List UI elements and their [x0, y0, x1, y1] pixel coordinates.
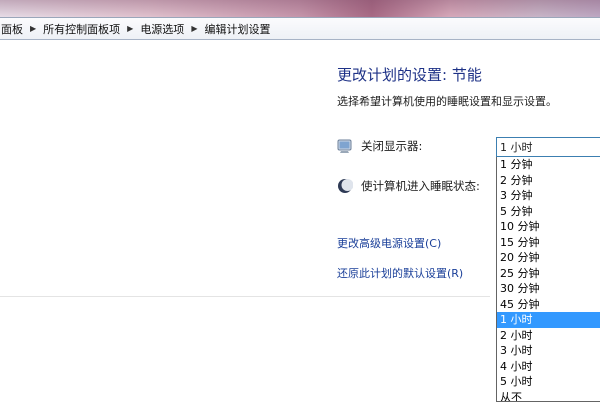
breadcrumb-arrow-icon[interactable]: ▶ [187, 24, 201, 33]
breadcrumb-item-edit-plan[interactable]: 编辑计划设置 [201, 21, 273, 37]
display-timeout-value: 1 小时 [500, 139, 533, 155]
window-chrome: 面板 ▶ 所有控制面板项 ▶ 电源选项 ▶ 编辑计划设置 [0, 0, 600, 38]
dropdown-option[interactable]: 2 小时 [497, 328, 600, 344]
display-timeout-dropdown[interactable]: 1 分钟2 分钟3 分钟5 分钟10 分钟15 分钟20 分钟25 分钟30 分… [496, 157, 600, 402]
breadcrumb-item-control-panel[interactable]: 面板 [0, 21, 26, 37]
dropdown-option[interactable]: 20 分钟 [497, 250, 600, 266]
monitor-icon [337, 138, 353, 154]
sleep-label: 使计算机进入睡眠状态: [361, 178, 480, 194]
page-subtitle: 选择希望计算机使用的睡眠设置和显示设置。 [337, 93, 557, 109]
address-bar[interactable]: 面板 ▶ 所有控制面板项 ▶ 电源选项 ▶ 编辑计划设置 [0, 17, 600, 40]
dropdown-option[interactable]: 30 分钟 [497, 281, 600, 297]
dropdown-option[interactable]: 1 小时 [497, 312, 600, 328]
dropdown-option[interactable]: 2 分钟 [497, 173, 600, 189]
dropdown-option[interactable]: 3 分钟 [497, 188, 600, 204]
breadcrumb-item-power-options[interactable]: 电源选项 [137, 21, 187, 37]
dropdown-option[interactable]: 10 分钟 [497, 219, 600, 235]
page-title: 更改计划的设置: 节能 [337, 64, 482, 85]
dropdown-option[interactable]: 25 分钟 [497, 266, 600, 282]
display-timeout-select[interactable]: 1 小时 [496, 137, 600, 157]
advanced-power-settings-link[interactable]: 更改高级电源设置(C) [337, 235, 441, 251]
sleep-row: 使计算机进入睡眠状态: [337, 178, 480, 194]
breadcrumb-arrow-icon[interactable]: ▶ [26, 24, 40, 33]
dropdown-option[interactable]: 15 分钟 [497, 235, 600, 251]
restore-defaults-link[interactable]: 还原此计划的默认设置(R) [337, 265, 463, 281]
display-label: 关闭显示器: [361, 138, 422, 154]
title-bar [0, 0, 600, 18]
turn-off-display-row: 关闭显示器: [337, 138, 422, 154]
left-divider [0, 296, 490, 297]
breadcrumb-item-all-items[interactable]: 所有控制面板项 [40, 21, 123, 37]
moon-icon [337, 178, 353, 194]
dropdown-option[interactable]: 4 小时 [497, 359, 600, 375]
dropdown-option[interactable]: 5 分钟 [497, 204, 600, 220]
dropdown-option[interactable]: 1 分钟 [497, 157, 600, 173]
breadcrumb-arrow-icon[interactable]: ▶ [123, 24, 137, 33]
dropdown-option[interactable]: 45 分钟 [497, 297, 600, 313]
dropdown-option[interactable]: 3 小时 [497, 343, 600, 359]
dropdown-option[interactable]: 从不 [497, 390, 600, 402]
dropdown-option[interactable]: 5 小时 [497, 374, 600, 390]
